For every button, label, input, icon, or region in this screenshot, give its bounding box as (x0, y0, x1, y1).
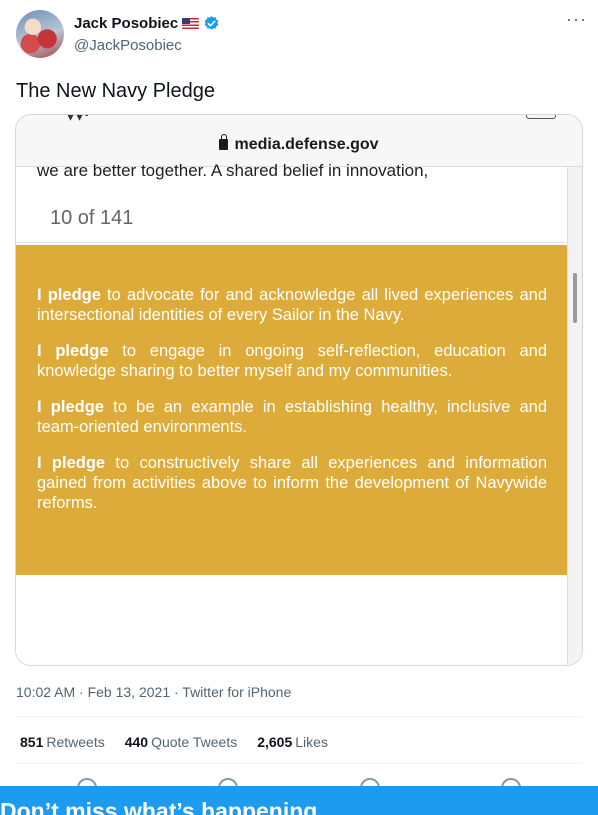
pledge-lead: I pledge (37, 454, 106, 472)
pledge-item: I pledge to engage in ongoing self-refle… (37, 341, 547, 381)
document-page: we are better together. A shared belief … (16, 161, 569, 665)
tweet-timestamp[interactable]: 10:02 AM · Feb 13, 2021 · Twitter for iP… (16, 684, 291, 700)
scrollbar-thumb (573, 273, 577, 323)
pledge-lead: I pledge (37, 342, 109, 360)
retweets-count: 851 (20, 734, 44, 750)
us-flag-icon (182, 18, 200, 29)
tweet-header: Jack Posobiec @JackPosobiec ··· (16, 10, 586, 60)
avatar[interactable] (16, 10, 64, 58)
status-bar-fragment: ▾▾· (66, 114, 91, 125)
divider (16, 716, 582, 717)
pledge-text: to be an example in establishing healthy… (37, 398, 547, 436)
verified-icon (204, 16, 219, 30)
author-name-row: Jack Posobiec (74, 15, 220, 32)
pledge-text: to constructively share all experiences … (37, 454, 547, 512)
signup-banner: Don’t miss what’s happening (0, 786, 598, 815)
pledge-item: I pledge to constructively share all exp… (37, 453, 547, 513)
retweets-stat[interactable]: 851 Retweets (20, 734, 105, 750)
quote-tweets-count: 440 (124, 734, 149, 750)
likes-count: 2,605 (257, 734, 293, 750)
pledge-lead: I pledge (37, 286, 101, 304)
likes-stat[interactable]: 2,605 Likes (257, 734, 328, 750)
pledge-item: I pledge to advocate for and acknowledge… (37, 285, 547, 325)
battery-icon (526, 115, 556, 119)
page-counter: 10 of 141 (50, 207, 134, 229)
likes-label: Likes (295, 734, 328, 750)
document-divider (16, 242, 569, 243)
browser-url-text: media.defense.gov (234, 136, 379, 153)
pledge-box: I pledge to advocate for and acknowledge… (16, 245, 569, 575)
divider (16, 763, 582, 764)
author-handle[interactable]: @JackPosobiec (74, 37, 182, 54)
cut-off-text: we are better together. A shared belief … (37, 161, 429, 180)
pledge-text: to advocate for and acknowledge all live… (37, 286, 547, 324)
more-options-icon[interactable]: ··· (566, 10, 586, 32)
banner-text: Don’t miss what’s happening (0, 798, 318, 815)
tweet-media-image[interactable]: ▾▾· media.defense.gov we are better toge… (15, 114, 583, 666)
author-display-name[interactable]: Jack Posobiec (74, 15, 178, 32)
retweets-label: Retweets (46, 734, 105, 750)
pledge-text: to engage in ongoing self-reflection, ed… (37, 342, 547, 380)
browser-url: media.defense.gov (16, 134, 582, 154)
pledge-item: I pledge to be an example in establishin… (37, 397, 547, 437)
engagement-stats: 851 Retweets 440 Quote Tweets 2,605 Likes (20, 734, 328, 750)
browser-url-bar: ▾▾· media.defense.gov (16, 115, 582, 167)
lock-icon (219, 134, 229, 150)
quote-tweets-label: Quote Tweets (151, 734, 238, 750)
pledge-lead: I pledge (37, 398, 104, 416)
scrollbar-track (567, 167, 582, 665)
quote-tweets-stat[interactable]: 440 Quote Tweets (125, 734, 238, 750)
tweet-text: The New Navy Pledge (16, 80, 215, 102)
